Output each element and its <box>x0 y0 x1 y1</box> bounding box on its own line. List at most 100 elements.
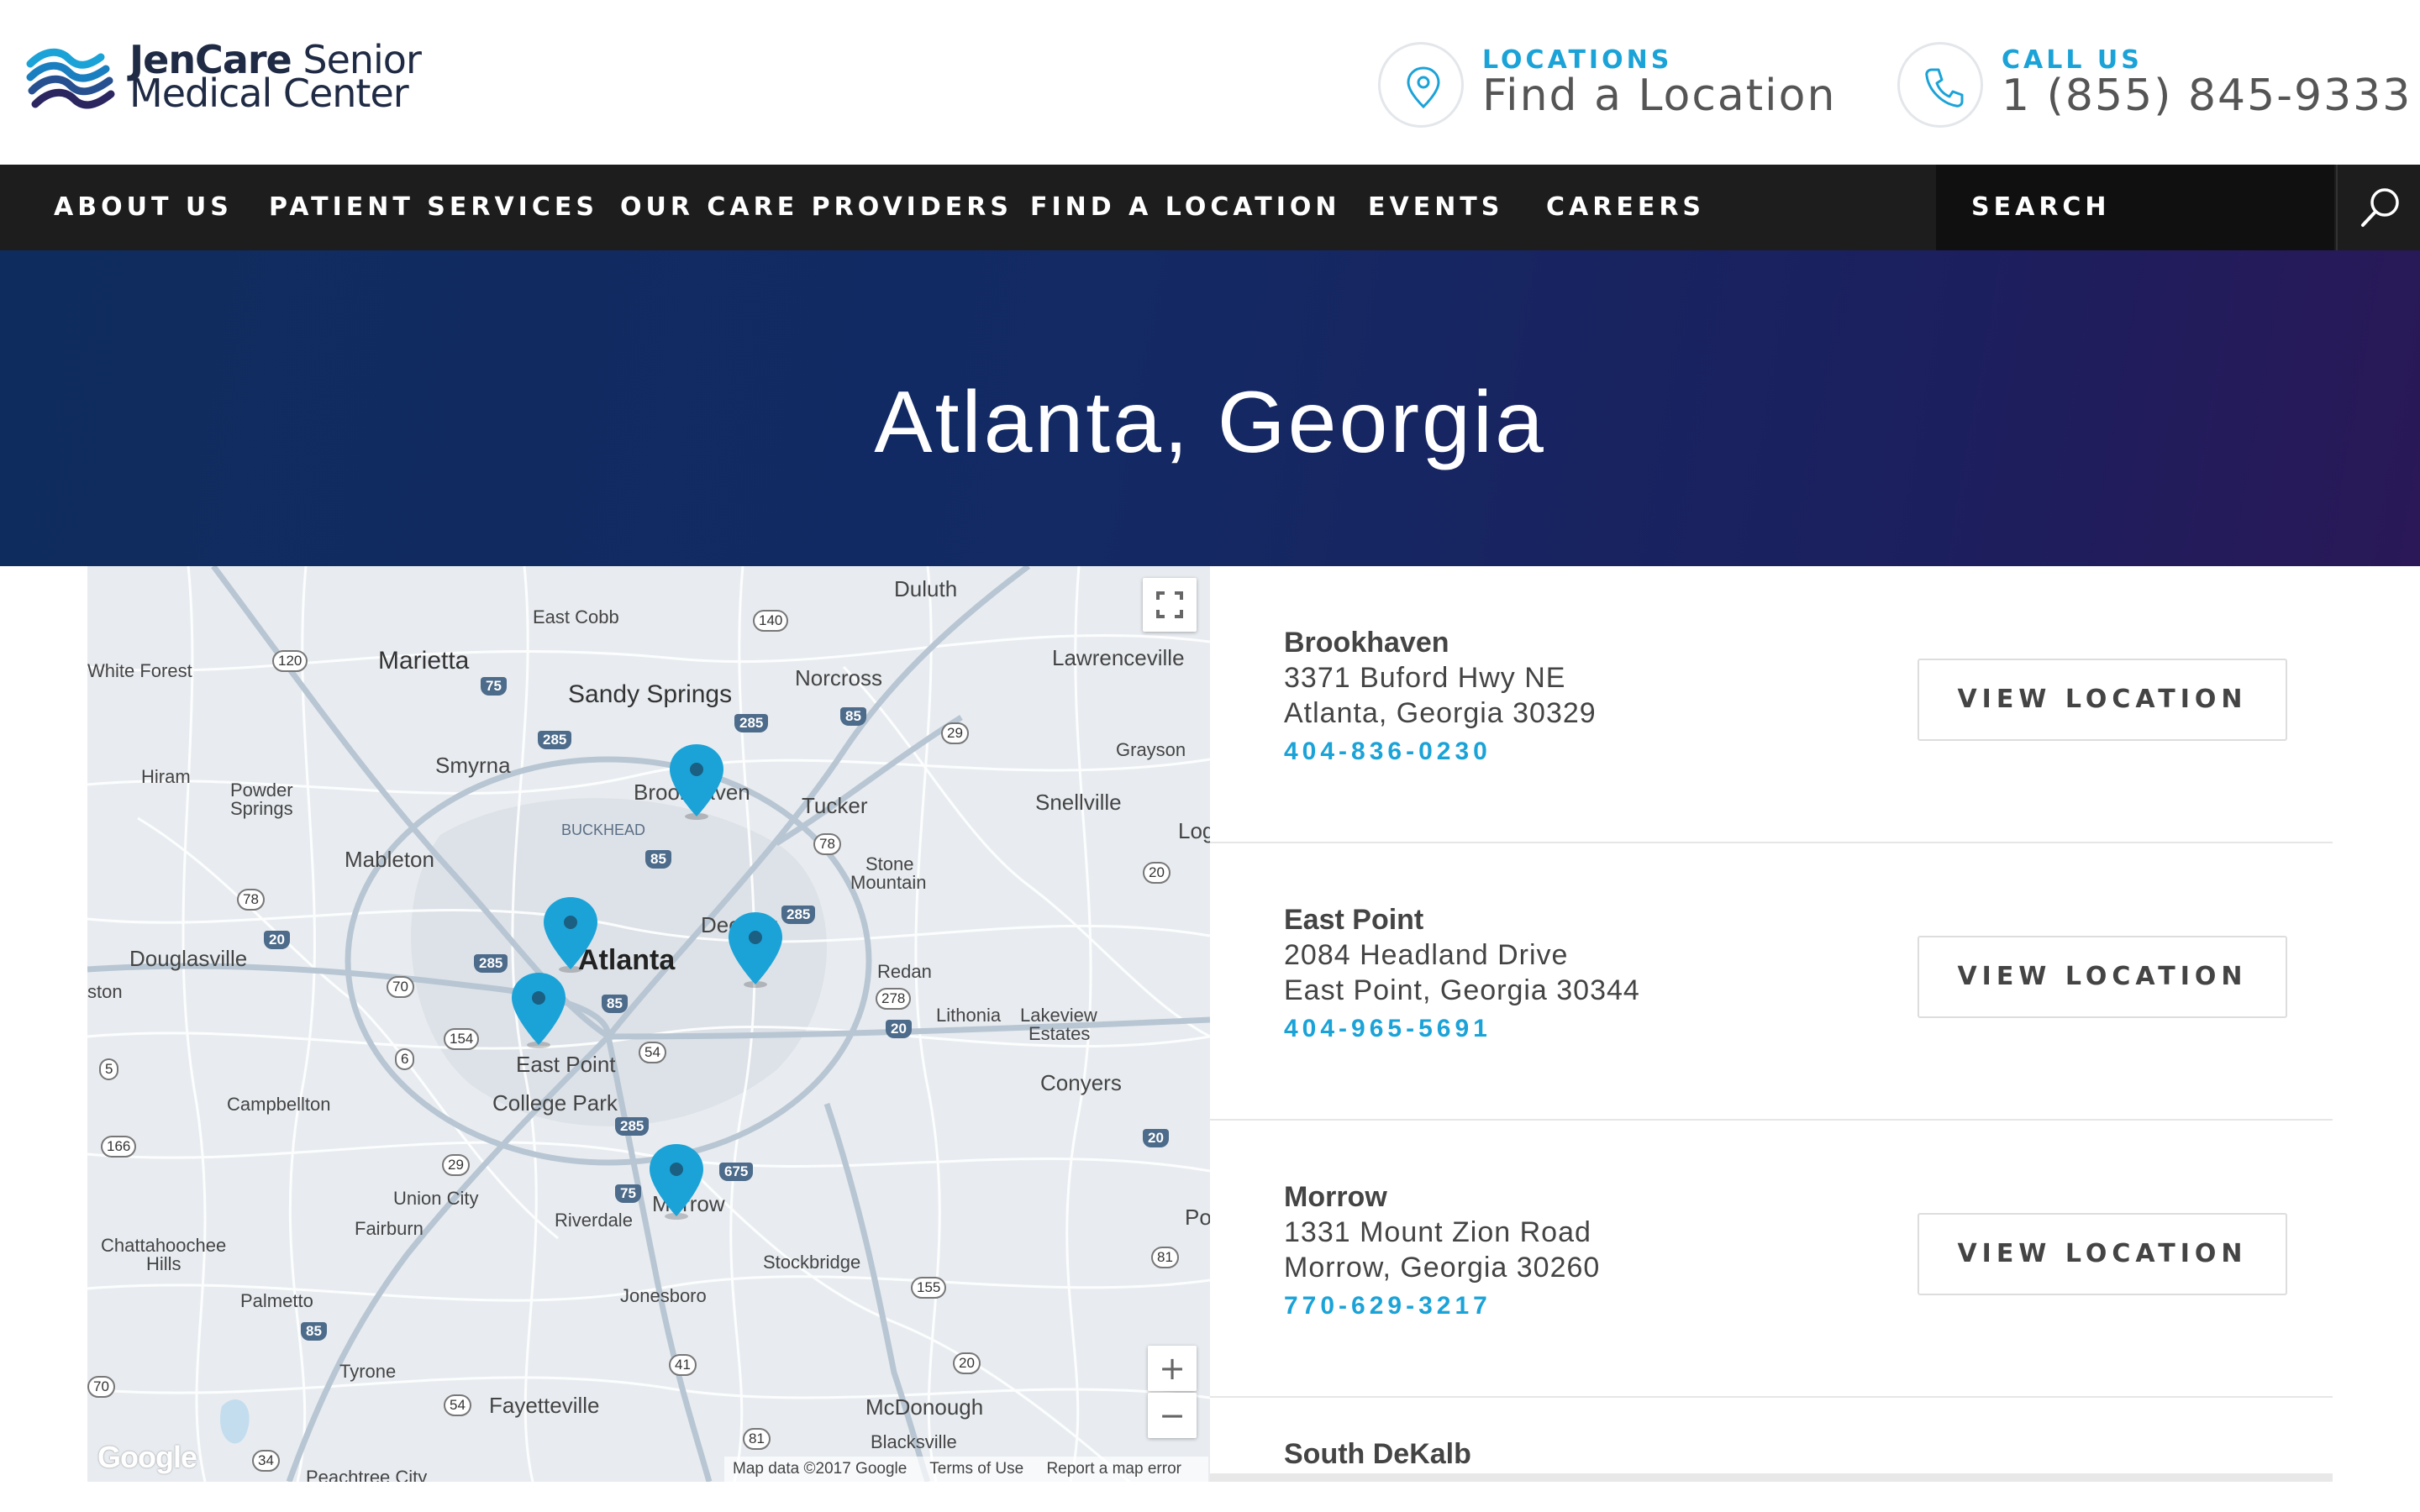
map-label-mountain: Mountain <box>850 872 927 893</box>
interstate-shield: 75 <box>481 677 507 696</box>
location-address-line2: Atlanta, Georgia 30329 <box>1284 697 1597 729</box>
map-label-tucker: Tucker <box>802 793 868 818</box>
location-phone-link[interactable]: 404-965-5691 <box>1284 1015 1491 1043</box>
map-label-smyrna: Smyrna <box>435 753 511 778</box>
minus-icon: − <box>1159 1397 1186 1434</box>
highway-shield: 6 <box>395 1048 415 1070</box>
highway-shield: 34 <box>252 1450 280 1472</box>
header-call-link[interactable]: CALL US 1 (855) 845-9333 <box>1897 39 2410 131</box>
map-label-po: Po <box>1185 1205 1210 1230</box>
search-icon <box>2361 188 2399 227</box>
location-name: Morrow <box>1284 1181 1387 1213</box>
map-label-norcross: Norcross <box>795 665 883 690</box>
report-map-error-link[interactable]: Report a map error <box>1046 1460 1181 1478</box>
interstate-shield: 285 <box>734 714 769 732</box>
zoom-in-button[interactable]: + <box>1148 1346 1197 1391</box>
location-address-line1: 3371 Buford Hwy NE <box>1284 662 1566 694</box>
search-field[interactable]: SEARCH <box>1936 165 2334 250</box>
interstate-shield: 285 <box>538 731 572 749</box>
logo-waves-icon <box>26 48 115 109</box>
fullscreen-icon <box>1156 591 1183 618</box>
list-item: South DeKalb <box>1210 1398 2333 1482</box>
locations-map[interactable]: Duluth East Cobb Marietta White Forest S… <box>87 566 1210 1482</box>
highway-shield: 155 <box>911 1277 947 1299</box>
google-logo[interactable]: Google <box>97 1440 197 1475</box>
location-phone-link[interactable]: 770-629-3217 <box>1284 1292 1491 1320</box>
map-label-ston: ston <box>87 981 123 1002</box>
map-label-lithonia: Lithonia <box>936 1005 1002 1026</box>
logo-text-line2: Medical Center <box>129 71 409 116</box>
location-name: South DeKalb <box>1284 1438 1471 1470</box>
map-pin-south-dekalb[interactable] <box>726 911 785 988</box>
header-locations-link[interactable]: LOCATIONS Find a Location <box>1378 39 1834 131</box>
interstate-shield: 20 <box>886 1020 912 1038</box>
interstate-shield: 285 <box>615 1117 650 1136</box>
highway-shield: 120 <box>272 650 308 672</box>
highway-shield: 70 <box>87 1376 115 1398</box>
view-location-button[interactable]: VIEW LOCATION <box>1918 659 2287 741</box>
map-label-stockbridge: Stockbridge <box>763 1252 861 1273</box>
interstate-shield: 20 <box>1143 1129 1169 1147</box>
map-label-sandy-springs: Sandy Springs <box>568 680 733 708</box>
highway-shield: 154 <box>444 1028 480 1050</box>
location-name: East Point <box>1284 904 1424 936</box>
highway-shield: 70 <box>387 976 414 998</box>
map-label-east-point: East Point <box>516 1052 616 1077</box>
map-label-conyers: Conyers <box>1040 1070 1122 1095</box>
location-phone-link[interactable]: 404-836-0230 <box>1284 738 1491 766</box>
nav-find-a-location[interactable]: FIND A LOCATION <box>1030 165 1340 250</box>
interstate-shield: 85 <box>301 1322 327 1341</box>
interstate-shield: 285 <box>474 954 508 973</box>
interstate-shield: 285 <box>781 906 816 924</box>
map-label-mcdonough: McDonough <box>865 1394 984 1420</box>
nav-careers[interactable]: CAREERS <box>1546 165 1705 250</box>
map-label-east-cobb: East Cobb <box>533 606 619 627</box>
location-name: Brookhaven <box>1284 627 1449 659</box>
map-label-buckhead: BUCKHEAD <box>561 822 646 838</box>
map-pin-morrow[interactable] <box>647 1142 706 1220</box>
view-location-button[interactable]: VIEW LOCATION <box>1918 1213 2287 1295</box>
zoom-out-button[interactable]: − <box>1148 1393 1197 1438</box>
map-label-log: Log <box>1178 818 1210 843</box>
map-label-redan: Redan <box>877 961 932 982</box>
map-pin-east-point[interactable] <box>509 971 568 1048</box>
view-location-button[interactable]: VIEW LOCATION <box>1918 936 2287 1018</box>
highway-shield: 20 <box>953 1352 981 1374</box>
site-header: JenCare Senior Medical Center LOCATIONS … <box>0 0 2420 165</box>
map-pin-atlanta[interactable] <box>541 895 600 973</box>
location-list: Brookhaven 3371 Buford Hwy NE Atlanta, G… <box>1210 566 2333 1482</box>
find-location-link-text[interactable]: Find a Location <box>1482 71 1836 121</box>
interstate-shield: 85 <box>840 707 866 726</box>
map-label-mableton: Mableton <box>345 847 434 872</box>
page-title: Atlanta, Georgia <box>874 374 1546 471</box>
phone-number-link[interactable]: 1 (855) 845-9333 <box>2002 71 2412 121</box>
highway-shield: 29 <box>941 722 969 744</box>
map-label-campbellton: Campbellton <box>227 1094 331 1115</box>
map-label-fayetteville: Fayetteville <box>489 1393 600 1418</box>
search-button[interactable] <box>2336 165 2420 250</box>
map-label-lawrenceville: Lawrenceville <box>1052 645 1185 670</box>
nav-patient-services[interactable]: PATIENT SERVICES <box>269 165 598 250</box>
hero-banner: Atlanta, Georgia <box>0 250 2420 566</box>
logo[interactable]: JenCare Senior Medical Center <box>25 35 422 128</box>
interstate-shield: 85 <box>602 995 628 1013</box>
nav-events[interactable]: EVENTS <box>1368 165 1503 250</box>
interstate-shield: 675 <box>719 1163 754 1181</box>
map-label-marietta: Marietta <box>378 647 470 675</box>
highway-shield: 41 <box>669 1354 697 1376</box>
location-address-line1: 2084 Headland Drive <box>1284 939 1569 971</box>
highway-shield: 78 <box>237 889 265 911</box>
highway-shield: 140 <box>753 610 789 632</box>
map-label-white-forest: White Forest <box>87 660 192 681</box>
map-pin-brookhaven[interactable] <box>667 743 726 820</box>
map-label-tyrone: Tyrone <box>339 1361 397 1382</box>
highway-shield: 81 <box>1151 1247 1179 1268</box>
list-item: Brookhaven 3371 Buford Hwy NE Atlanta, G… <box>1210 566 2333 843</box>
map-label-duluth: Duluth <box>894 576 958 601</box>
nav-about-us[interactable]: ABOUT US <box>54 165 233 250</box>
terms-of-use-link[interactable]: Terms of Use <box>929 1460 1023 1478</box>
fullscreen-button[interactable] <box>1143 578 1197 632</box>
location-address-line1: 1331 Mount Zion Road <box>1284 1216 1591 1248</box>
map-attribution: Map data ©2017 Google Terms of Use Repor… <box>724 1457 1208 1482</box>
nav-our-care-providers[interactable]: OUR CARE PROVIDERS <box>620 165 1013 250</box>
